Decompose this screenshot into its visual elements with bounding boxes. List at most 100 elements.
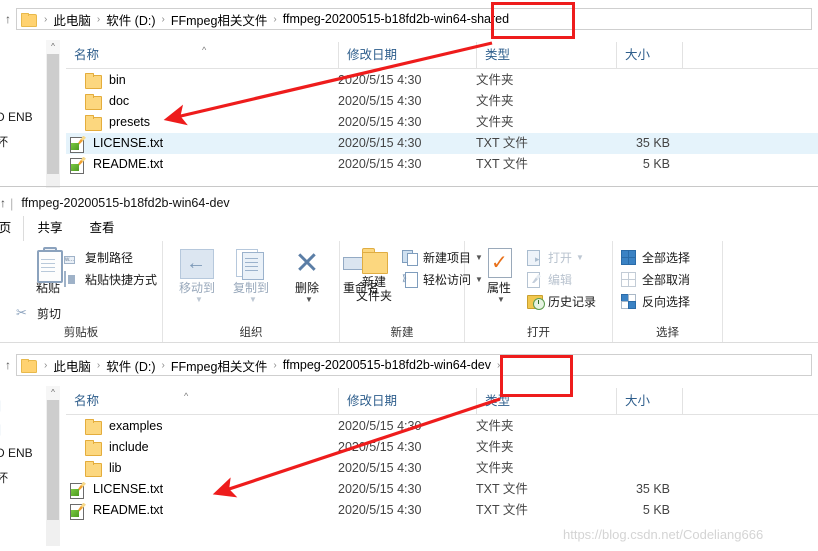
top-breadcrumb-box[interactable]: › 此电脑 › 软件 (D:) › FFmpeg相关文件 › ffmpeg-20… [16,8,812,30]
bottom-vertical-scrollbar[interactable]: ^ [46,386,60,546]
column-header-type[interactable]: 类型 [476,388,616,414]
top-column-headers: 名称 ^ 修改日期 类型 大小 [66,42,818,69]
ribbon-group-clipboard: 粘贴 w... 复制路径 粘贴快捷方式 ✂ 剪切 剪贴板 [0,241,163,342]
chevron-down-icon[interactable]: ▼ [225,295,281,304]
top-vertical-scrollbar[interactable]: ^ [46,40,60,188]
breadcrumb-item-1[interactable]: 软件 (D:) [106,10,155,29]
ribbon-group-organize: ← 移动到 ▼ 复制到 ▼ ✕ 删除 ▼ 重命名 组织 [163,241,379,342]
breadcrumb-item-1[interactable]: 软件 (D:) [106,356,155,375]
file-name-cell[interactable]: LICENSE.txt [68,133,163,154]
table-row[interactable]: README.txt 2020/5/15 4:30 TXT 文件 5 KB [66,500,818,521]
breadcrumb-item-2[interactable]: FFmpeg相关文件 [171,10,268,29]
sidebar-fragment-1[interactable]: 坏 [0,469,8,486]
tab-home[interactable]: 页 [0,216,24,241]
breadcrumb-item-3[interactable]: ffmpeg-20200515-b18fd2b-win64-shared [283,12,509,26]
table-row[interactable]: presets 2020/5/15 4:30 文件夹 [66,112,818,133]
breadcrumb-item-0[interactable]: 此电脑 [53,10,91,29]
cut-button[interactable]: ✂ 剪切 [16,305,61,322]
column-header-date[interactable]: 修改日期 [338,42,476,68]
move-to-button[interactable]: ← 移动到 ▼ [167,247,227,304]
new-folder-button[interactable]: 新建 文件夹 [344,247,404,303]
file-type-cell: 文件夹 [476,419,514,433]
chevron-down-icon[interactable]: ▼ [281,295,337,304]
invert-selection-button[interactable]: 反向选择 [621,293,690,310]
delete-button[interactable]: ✕ 删除 ▼ [277,247,337,304]
scrollbar-thumb[interactable] [47,54,59,174]
history-icon [527,294,545,310]
file-name-cell[interactable]: presets [84,112,150,133]
sidebar-fragment-0[interactable]: D ENB [0,446,33,460]
properties-button[interactable]: ✓ 属性 ▼ [469,247,529,304]
scrollbar-thumb[interactable] [47,400,59,520]
sidebar-fragment-bar-0[interactable]: | [0,398,1,412]
select-none-button[interactable]: 全部取消 [621,271,690,288]
up-arrow-icon[interactable]: ↑ [0,196,6,210]
column-header-date[interactable]: 修改日期 [338,388,476,414]
invert-selection-label: 反向选择 [642,295,691,309]
copy-to-label: 复制到 [232,281,269,295]
file-date-cell: 2020/5/15 4:30 [338,482,422,496]
table-row[interactable]: LICENSE.txt 2020/5/15 4:30 TXT 文件 35 KB [66,479,818,500]
file-name-cell[interactable]: README.txt [68,500,163,521]
file-name-cell[interactable]: README.txt [68,154,163,175]
column-header-type[interactable]: 类型 [476,42,616,68]
file-name-cell[interactable]: doc [84,91,129,112]
file-type-cell: 文件夹 [476,440,514,454]
file-type-cell: TXT 文件 [476,482,528,496]
open-button[interactable]: ▸ 打开 ▼ [527,249,584,266]
breadcrumb-item-0[interactable]: 此电脑 [53,356,91,375]
chevron-down-icon[interactable]: ▼ [171,295,227,304]
folder-icon [84,460,102,477]
file-name-cell[interactable]: include [84,437,149,458]
breadcrumb-item-2[interactable]: FFmpeg相关文件 [171,356,268,375]
select-all-icon [621,250,638,265]
copy-to-button[interactable]: 复制到 ▼ [221,247,281,304]
file-size-cell: 5 KB [642,157,670,171]
top-address-bar[interactable]: ↑ › 此电脑 › 软件 (D:) › FFmpeg相关文件 › ffmpeg-… [0,4,812,34]
table-row[interactable]: include 2020/5/15 4:30 文件夹 [66,437,818,458]
file-name-cell[interactable]: examples [84,416,163,437]
bottom-address-bar[interactable]: ↑ › 此电脑 › 软件 (D:) › FFmpeg相关文件 › ffmpeg-… [0,350,812,380]
up-arrow-icon[interactable]: ↑ [0,358,16,372]
file-name-cell[interactable]: bin [84,70,126,91]
sidebar-fragment-bar-1[interactable]: | [0,422,1,436]
select-all-button[interactable]: 全部选择 [621,249,690,266]
file-date-cell: 2020/5/15 4:30 [338,73,422,87]
group-label-open: 打开 [527,327,550,339]
select-all-label: 全部选择 [642,251,691,265]
column-header-size[interactable]: 大小 [616,388,682,414]
up-arrow-icon[interactable]: ↑ [0,12,16,26]
file-name-cell[interactable]: lib [84,458,122,479]
file-name-label: doc [109,94,130,108]
scroll-up-arrow-icon[interactable]: ^ [46,40,60,54]
table-row[interactable]: lib 2020/5/15 4:30 文件夹 [66,458,818,479]
file-date-cell: 2020/5/15 4:30 [338,440,422,454]
group-label-new: 新建 [390,327,414,339]
table-row[interactable]: doc 2020/5/15 4:30 文件夹 [66,91,818,112]
table-row[interactable]: LICENSE.txt 2020/5/15 4:30 TXT 文件 35 KB [66,133,818,154]
move-to-label: 移动到 [178,281,215,295]
chevron-down-icon[interactable]: ▼ [473,295,529,304]
file-name-cell[interactable]: LICENSE.txt [68,479,163,500]
copy-to-icon [230,247,272,281]
table-row[interactable]: bin 2020/5/15 4:30 文件夹 [66,70,818,91]
breadcrumb-item-3[interactable]: ffmpeg-20200515-b18fd2b-win64-dev [283,358,491,372]
tab-share[interactable]: 共享 [26,216,74,241]
history-button[interactable]: 历史记录 [527,293,596,310]
sidebar-fragment-1[interactable]: 坏 [0,133,8,150]
column-header-size[interactable]: 大小 [616,42,682,68]
column-header-name[interactable]: 名称 [66,388,338,414]
table-row[interactable]: examples 2020/5/15 4:30 文件夹 [66,416,818,437]
edit-button[interactable]: 编辑 [527,271,572,288]
file-type-cell: TXT 文件 [476,157,528,171]
bottom-breadcrumb-box[interactable]: › 此电脑 › 软件 (D:) › FFmpeg相关文件 › ffmpeg-20… [16,354,812,376]
chevron-down-icon[interactable]: ▼ [576,253,584,262]
table-row[interactable]: README.txt 2020/5/15 4:30 TXT 文件 5 KB [66,154,818,175]
file-date-cell: 2020/5/15 4:30 [338,419,422,433]
sidebar-fragment-0[interactable]: D ENB [0,110,33,124]
scroll-up-arrow-icon[interactable]: ^ [46,386,60,400]
copy-path-button[interactable]: w... 复制路径 [64,249,133,266]
tab-view[interactable]: 查看 [78,216,126,241]
paste-shortcut-button[interactable]: 粘贴快捷方式 [64,271,157,288]
folder-icon [84,114,102,131]
